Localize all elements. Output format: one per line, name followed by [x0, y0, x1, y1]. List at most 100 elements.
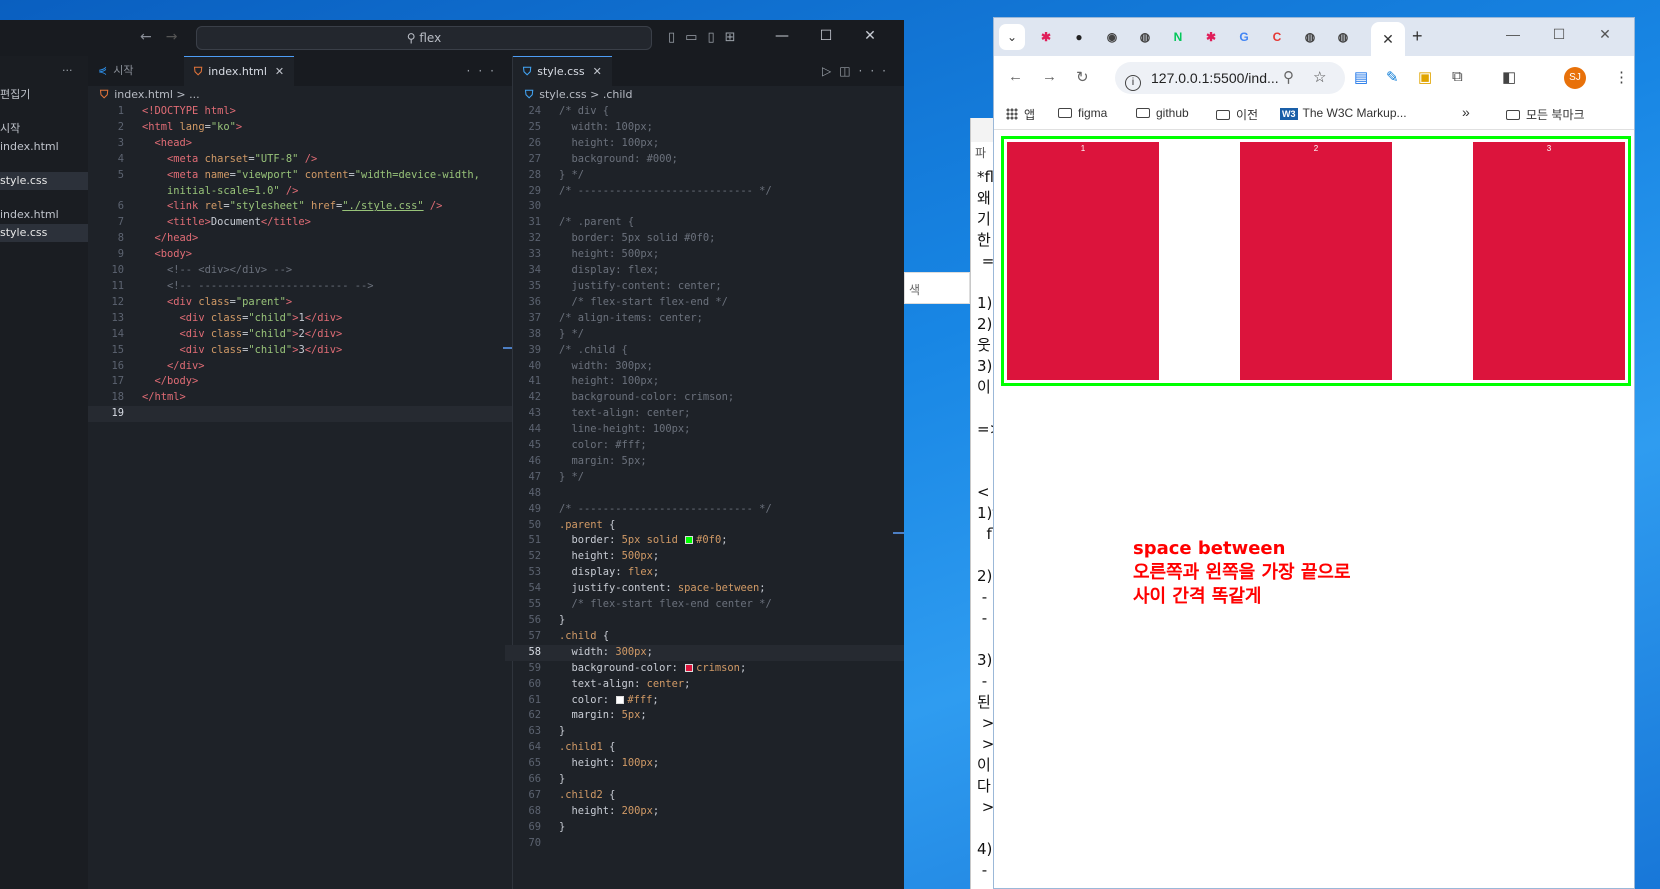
- code-line[interactable]: 62 margin: 5px;: [505, 708, 904, 724]
- bookmark-apps[interactable]: 앱: [1006, 106, 1035, 123]
- globe-icon[interactable]: ◍: [1134, 26, 1156, 48]
- code-line[interactable]: 49 /* ---------------------------- */: [505, 502, 904, 518]
- toggle-secondary-sidebar-icon[interactable]: ▯: [707, 30, 724, 45]
- sidebar-item-start[interactable]: 시작: [0, 120, 88, 138]
- more-actions-icon[interactable]: ···: [62, 64, 73, 77]
- zoom-icon[interactable]: ⚲: [1283, 68, 1294, 86]
- code-line[interactable]: 58 width: 300px;: [505, 644, 904, 661]
- close-icon[interactable]: ✕: [848, 28, 892, 44]
- code-line[interactable]: 47} */: [505, 470, 904, 486]
- code-line[interactable]: 18 </html>: [88, 390, 512, 406]
- code-line[interactable]: 37 /* align-items: center;: [505, 311, 904, 327]
- code-line[interactable]: 51 border: 5px solid #0f0;: [505, 533, 904, 549]
- code-line[interactable]: 29 /* ---------------------------- */: [505, 184, 904, 200]
- extension-image-icon[interactable]: ▣: [1418, 68, 1432, 86]
- naver-icon[interactable]: N: [1167, 26, 1189, 48]
- html-code-editor[interactable]: 1 <!DOCTYPE html> 2 <html lang="ko"> 3 <head…: [88, 104, 512, 423]
- code-line[interactable]: 69}: [505, 820, 904, 836]
- code-line[interactable]: 40 width: 300px;: [505, 359, 904, 375]
- code-line[interactable]: 48: [505, 486, 904, 502]
- run-icon[interactable]: ▷: [822, 64, 839, 78]
- code-line[interactable]: 14 <div class="child">2</div>: [88, 327, 512, 343]
- forward-arrow-icon[interactable]: →: [166, 29, 178, 45]
- tab-search-icon[interactable]: ⌄: [999, 24, 1025, 50]
- active-tab[interactable]: ✕: [1371, 22, 1405, 56]
- code-line[interactable]: 25 width: 100px;: [505, 120, 904, 136]
- chrome-icon[interactable]: ◉: [1101, 26, 1123, 48]
- sidebar-item-style-css[interactable]: style.css: [0, 172, 88, 190]
- code-line[interactable]: 24 /* div {: [505, 104, 904, 120]
- code-line[interactable]: 70: [505, 836, 904, 852]
- file-item-style-css[interactable]: style.css: [0, 224, 88, 242]
- code-line[interactable]: 42 background-color: crimson;: [505, 390, 904, 406]
- code-line[interactable]: 55 /* flex-start flex-end center */: [505, 597, 904, 613]
- code-line[interactable]: 68 height: 200px;: [505, 804, 904, 820]
- code-line[interactable]: 61 color: #fff;: [505, 693, 904, 709]
- code-line[interactable]: 28} */: [505, 168, 904, 184]
- close-tab-icon[interactable]: ✕: [275, 65, 284, 78]
- toggle-sidebar-icon[interactable]: ▯: [668, 30, 685, 45]
- code-line[interactable]: 57 .child {: [505, 629, 904, 645]
- code-line[interactable]: 26 height: 100px;: [505, 136, 904, 152]
- bookmark-prev[interactable]: 이전: [1216, 106, 1258, 123]
- code-line[interactable]: 35 justify-content: center;: [505, 279, 904, 295]
- address-bar[interactable]: i 127.0.0.1:5500/ind...: [1115, 62, 1345, 94]
- github-icon[interactable]: ●: [1068, 26, 1090, 48]
- code-line[interactable]: 3 <head>: [88, 136, 512, 152]
- code-line[interactable]: 2 <html lang="ko">: [88, 120, 512, 136]
- code-line[interactable]: 10 <!-- <div></div> -->: [88, 263, 512, 279]
- reload-icon[interactable]: ↻: [1076, 68, 1089, 86]
- close-tab-icon[interactable]: ✕: [593, 65, 602, 78]
- tab-index-html[interactable]: ⛉ index.html ✕: [184, 56, 295, 86]
- code-line[interactable]: 15 <div class="child">3</div>: [88, 343, 512, 359]
- back-icon[interactable]: ←: [1008, 68, 1023, 85]
- code-line[interactable]: 27 background: #000;: [505, 152, 904, 168]
- site-info-icon[interactable]: i: [1125, 75, 1141, 91]
- split-editor-icon[interactable]: ◫: [839, 64, 858, 78]
- code-line[interactable]: 56}: [505, 613, 904, 629]
- code-line[interactable]: 19: [88, 406, 512, 423]
- bookmark-w3c[interactable]: W3 The W3C Markup...: [1280, 106, 1407, 120]
- tab-start[interactable]: ⋞ 시작: [88, 56, 143, 86]
- code-line[interactable]: 67 .child2 {: [505, 788, 904, 804]
- code-line[interactable]: 5 <meta name="viewport" content="width=d…: [88, 168, 512, 184]
- globe-icon[interactable]: ◍: [1332, 26, 1354, 48]
- code-line[interactable]: 66}: [505, 772, 904, 788]
- code-line[interactable]: 4 <meta charset="UTF-8" />: [88, 152, 512, 168]
- code-line[interactable]: 46 margin: 5px;: [505, 454, 904, 470]
- new-tab-icon[interactable]: +: [1412, 26, 1423, 47]
- code-line[interactable]: 65 height: 100px;: [505, 756, 904, 772]
- side-panel-icon[interactable]: ◧: [1502, 68, 1516, 86]
- c-icon[interactable]: C: [1266, 26, 1288, 48]
- code-line[interactable]: 8 </head>: [88, 231, 512, 247]
- back-arrow-icon[interactable]: ←: [140, 29, 152, 45]
- customize-layout-icon[interactable]: ⊞: [725, 30, 746, 45]
- slack-icon[interactable]: ✱: [1200, 26, 1222, 48]
- css-code-editor[interactable]: 24/* div {25 width: 100px; 26 height: 100…: [505, 104, 904, 852]
- code-line[interactable]: 6 <link rel="stylesheet" href="./style.c…: [88, 199, 512, 215]
- bookmarks-overflow[interactable]: »: [1462, 104, 1470, 120]
- extension-docs-icon[interactable]: ▤: [1354, 68, 1368, 86]
- code-line[interactable]: 52 height: 500px;: [505, 549, 904, 565]
- code-line[interactable]: 43 text-align: center;: [505, 406, 904, 422]
- all-bookmarks[interactable]: 모든 북마크: [1506, 106, 1585, 123]
- code-line[interactable]: 1 <!DOCTYPE html>: [88, 104, 512, 120]
- toggle-panel-icon[interactable]: ▭: [685, 30, 707, 45]
- globe-icon[interactable]: ◍: [1299, 26, 1321, 48]
- code-line[interactable]: initial-scale=1.0" />: [88, 184, 512, 200]
- code-line[interactable]: 17 </body>: [88, 374, 512, 390]
- code-line[interactable]: 31 /* .parent {: [505, 215, 904, 231]
- more-actions-icon[interactable]: ···: [859, 64, 894, 78]
- code-line[interactable]: 13 <div class="child">1</div>: [88, 311, 512, 327]
- extensions-icon[interactable]: ⧉: [1452, 68, 1463, 85]
- google-icon[interactable]: G: [1233, 26, 1255, 48]
- file-item-index-html[interactable]: index.html: [0, 206, 88, 224]
- extension-picker-icon[interactable]: ✎: [1386, 68, 1399, 86]
- maximize-icon[interactable]: ☐: [804, 28, 848, 44]
- code-line[interactable]: 50 .parent {: [505, 518, 904, 534]
- menu-icon[interactable]: ⋮: [1614, 68, 1629, 86]
- code-line[interactable]: 60 text-align: center;: [505, 677, 904, 693]
- code-line[interactable]: 54 justify-content: space-between;: [505, 581, 904, 597]
- minimize-icon[interactable]: —: [1490, 26, 1536, 42]
- code-line[interactable]: 16 </div>: [88, 359, 512, 375]
